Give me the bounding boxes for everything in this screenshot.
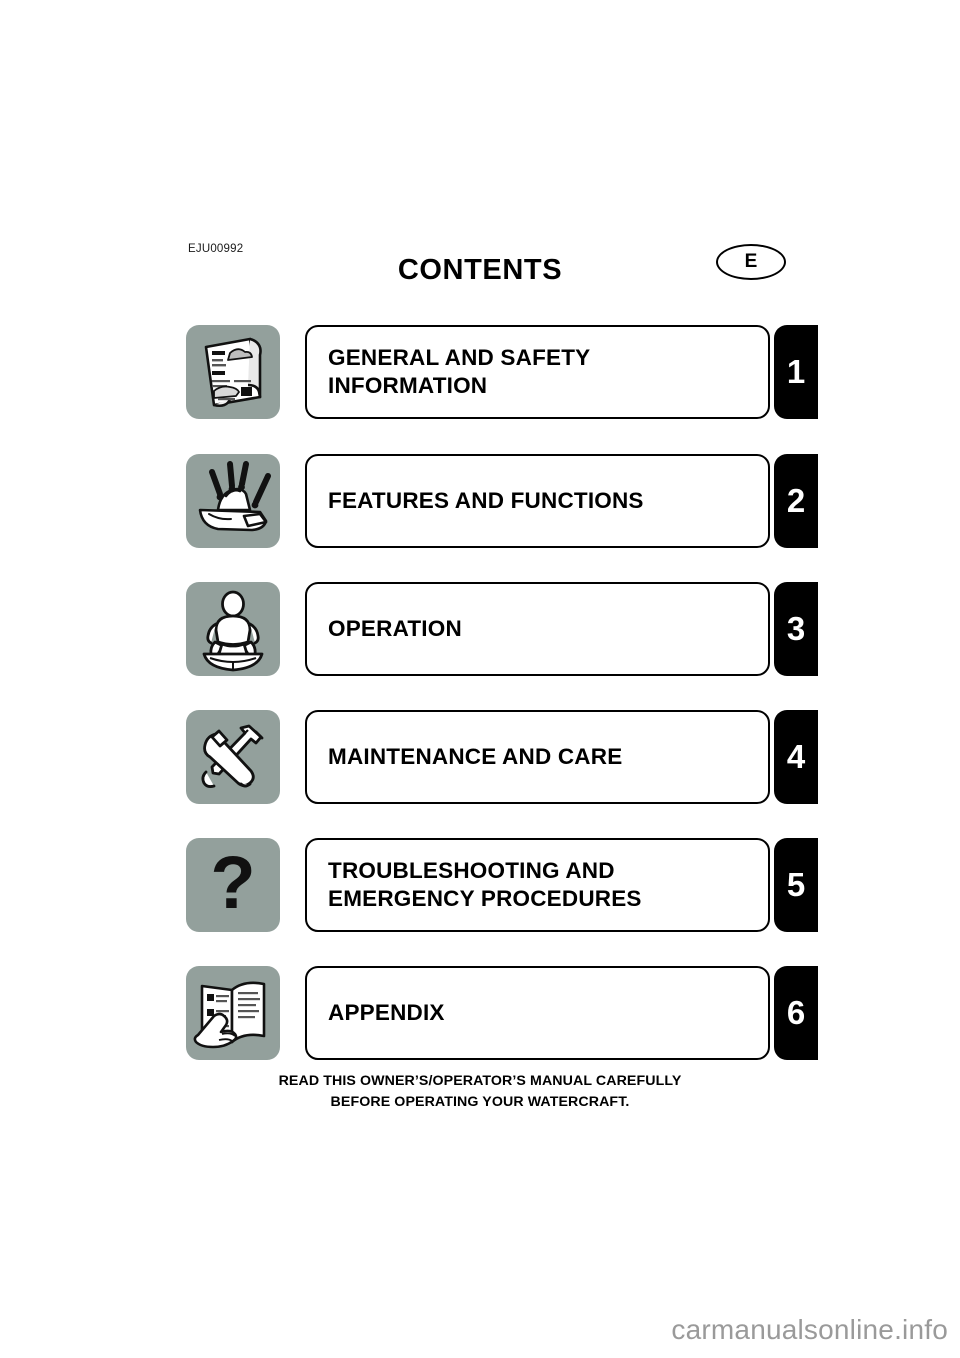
section-label-box[interactable]: TROUBLESHOOTING AND EMERGENCY PROCEDURES	[305, 838, 770, 932]
manual-contents-page: EJU00992 CONTENTS E GENERAL AND SAFETY IN…	[0, 0, 960, 1358]
contents-row: MAINTENANCE AND CARE 4	[186, 710, 818, 804]
section-label-box[interactable]: GENERAL AND SAFETY INFORMATION	[305, 325, 770, 419]
section-number-tab[interactable]: 5	[774, 838, 818, 932]
section-label: FEATURES AND FUNCTIONS	[328, 487, 644, 513]
contents-row: FEATURES AND FUNCTIONS 2	[186, 454, 818, 548]
section-number-tab[interactable]: 4	[774, 710, 818, 804]
section-label-box[interactable]: APPENDIX	[305, 966, 770, 1060]
section-label: TROUBLESHOOTING AND EMERGENCY PROCEDURES	[328, 857, 642, 911]
section-number-tab[interactable]: 1	[774, 325, 818, 419]
section-label-box[interactable]: OPERATION	[305, 582, 770, 676]
page-title: CONTENTS	[397, 254, 563, 286]
wrench-and-tools-icon	[186, 710, 280, 804]
contents-row: ? TROUBLESHOOTING AND EMERGENCY PROCEDURE…	[186, 838, 818, 932]
question-mark-icon: ?	[186, 838, 280, 932]
section-number-tab[interactable]: 3	[774, 582, 818, 676]
open-book-hand-icon	[186, 966, 280, 1060]
watercraft-features-icon	[186, 454, 280, 548]
svg-text:?: ?	[210, 841, 255, 924]
contents-row: GENERAL AND SAFETY INFORMATION 1	[186, 325, 818, 419]
contents-row: OPERATION 3	[186, 582, 818, 676]
language-badge: E	[716, 244, 786, 280]
folded-manual-icon	[186, 325, 280, 419]
footer-note: READ THIS OWNER’S/OPERATOR’S MANUAL CARE…	[278, 1073, 682, 1110]
section-number-tab[interactable]: 6	[774, 966, 818, 1060]
section-label: GENERAL AND SAFETY INFORMATION	[328, 344, 591, 398]
site-watermark: carmanualsonline.info	[671, 1314, 948, 1345]
section-label: MAINTENANCE AND CARE	[328, 743, 623, 769]
contents-row: APPENDIX 6	[186, 966, 818, 1060]
section-number-tab[interactable]: 2	[774, 454, 818, 548]
section-label-box[interactable]: FEATURES AND FUNCTIONS	[305, 454, 770, 548]
section-label: APPENDIX	[328, 999, 445, 1025]
rider-on-watercraft-icon	[186, 582, 280, 676]
section-label-box[interactable]: MAINTENANCE AND CARE	[305, 710, 770, 804]
section-label: OPERATION	[328, 615, 462, 641]
